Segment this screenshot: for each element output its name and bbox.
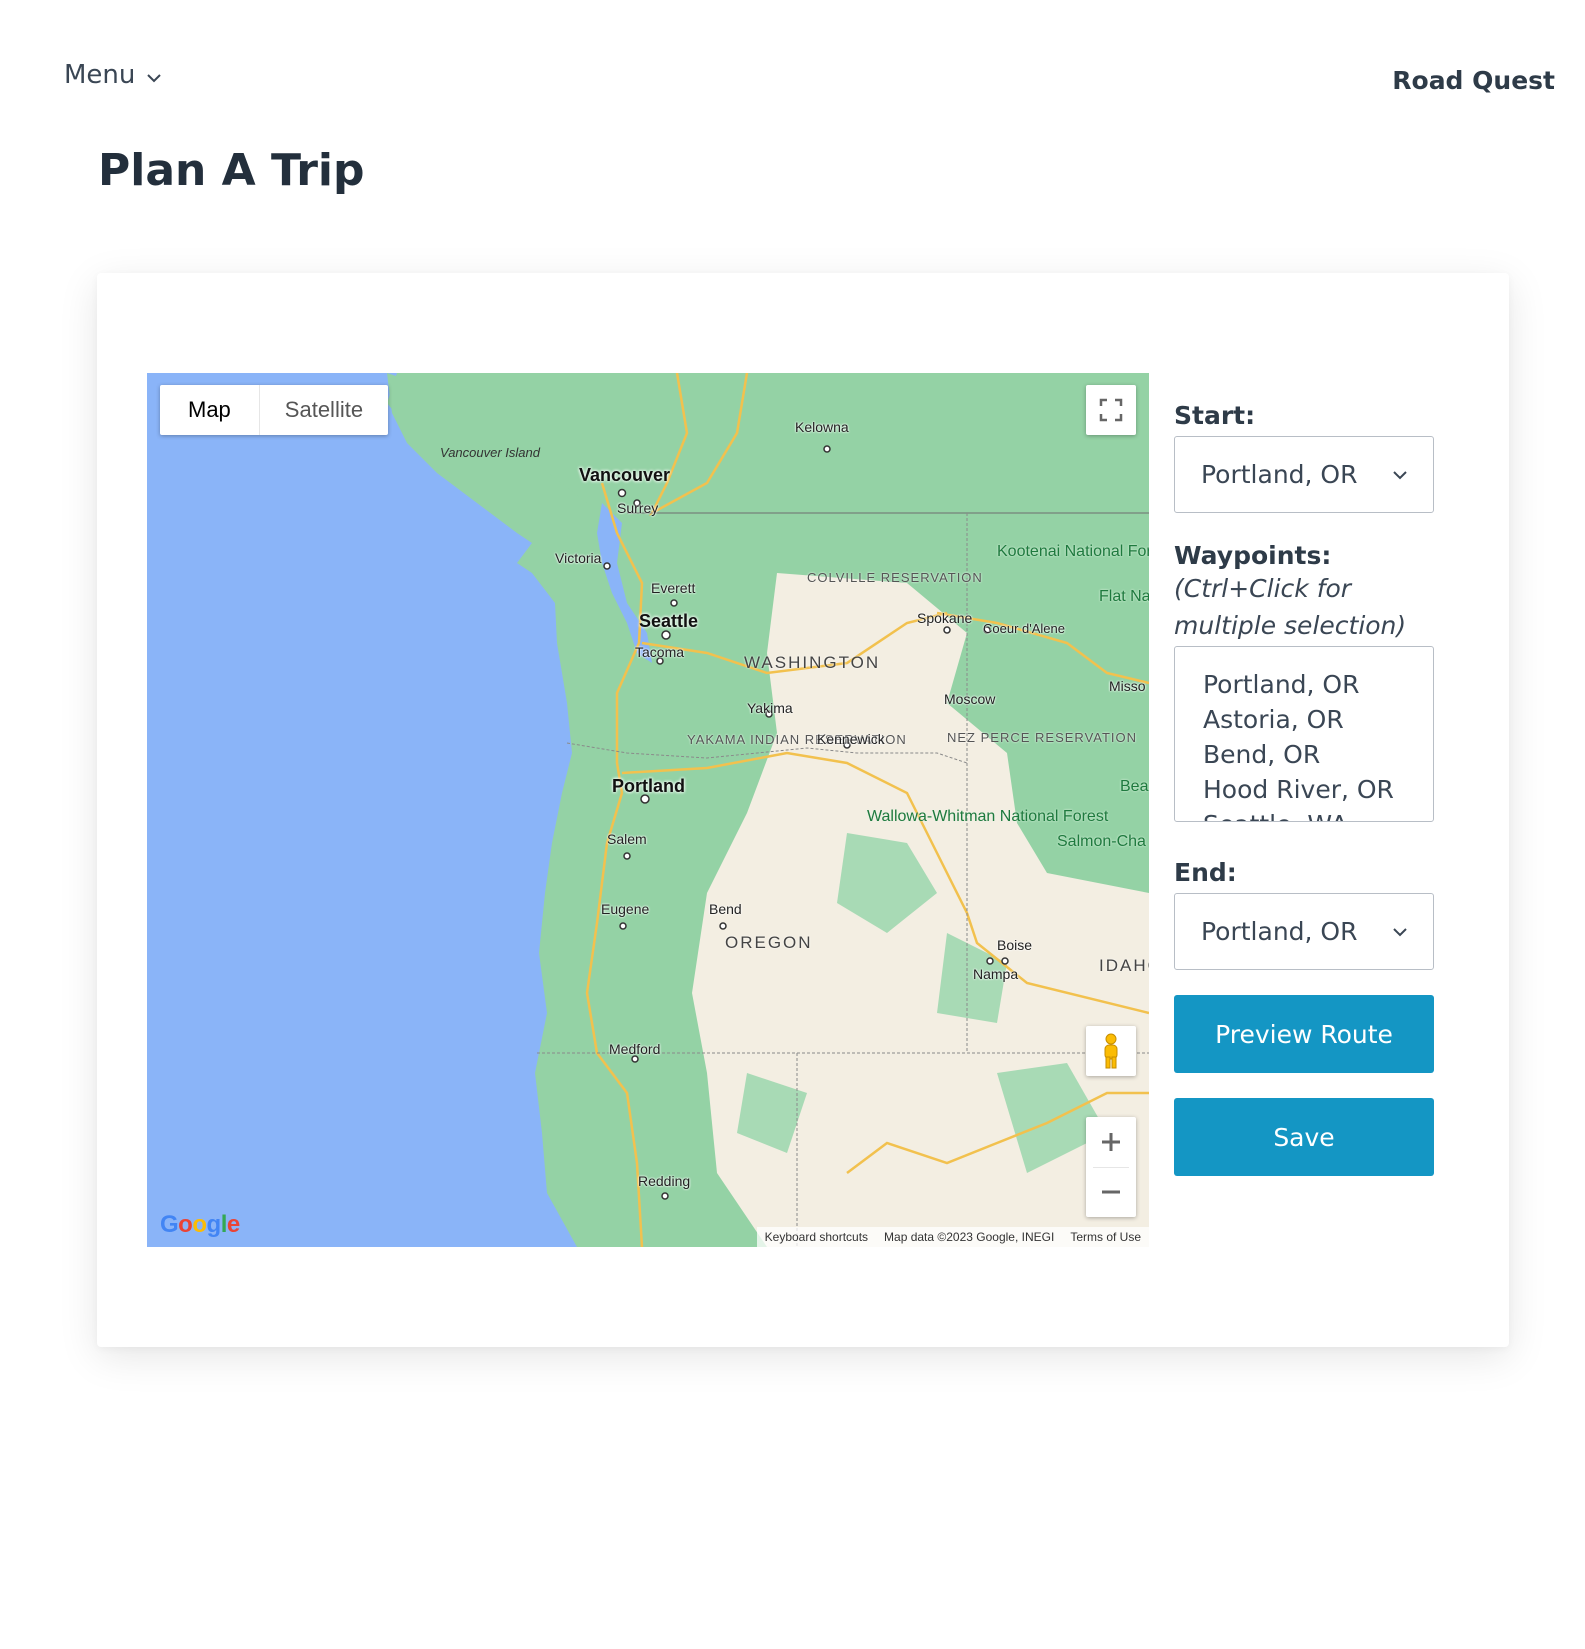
page-title: Plan A Trip (98, 145, 365, 196)
label-colville: COLVILLE RESERVATION (807, 570, 983, 585)
label-victoria: Victoria (555, 550, 602, 566)
label-idaho: IDAHO (1099, 956, 1149, 975)
label-portland: Portland (612, 776, 686, 796)
label-spokane: Spokane (917, 610, 973, 626)
brand-link[interactable]: Road Quest (1392, 66, 1555, 95)
terms-of-use-link[interactable]: Terms of Use (1062, 1230, 1149, 1244)
map-attribution: Keyboard shortcuts Map data ©2023 Google… (756, 1227, 1149, 1247)
start-select-value: Portland, OR (1201, 460, 1358, 489)
menu-label: Menu (64, 60, 136, 90)
end-select-value: Portland, OR (1201, 917, 1358, 946)
chevron-down-icon (1393, 927, 1407, 936)
map-view[interactable]: Vancouver Island Vancouver Surrey Victor… (147, 373, 1149, 1247)
waypoints-multiselect[interactable]: Portland, OR Astoria, OR Bend, OR Hood R… (1174, 646, 1434, 822)
map-type-control: Map Satellite (160, 385, 389, 435)
label-wallowa: Wallowa-Whitman National Forest (867, 808, 1109, 825)
minus-icon (1102, 1190, 1120, 1194)
label-salmon: Salmon-Cha National For (1057, 833, 1149, 850)
start-select[interactable]: Portland, OR (1174, 436, 1434, 513)
label-coeur-dalene: Coeur d'Alene (983, 621, 1065, 636)
plus-icon (1102, 1132, 1120, 1151)
label-oregon: OREGON (725, 933, 813, 952)
label-tacoma: Tacoma (635, 644, 685, 660)
fullscreen-button[interactable] (1086, 385, 1136, 435)
label-medford: Medford (609, 1041, 661, 1057)
map-type-satellite-button[interactable]: Satellite (260, 385, 388, 435)
label-boise: Boise (997, 937, 1033, 953)
fullscreen-icon (1099, 398, 1123, 422)
label-kootenai: Kootenai National Forest (997, 543, 1149, 560)
end-label: End: (1174, 858, 1237, 887)
label-kennewick: Kennewick (817, 731, 885, 747)
label-washington: WASHINGTON (744, 653, 881, 672)
menu-toggle[interactable]: Menu (64, 60, 163, 90)
keyboard-shortcuts-link[interactable]: Keyboard shortcuts (757, 1230, 876, 1244)
label-moscow: Moscow (944, 691, 996, 707)
label-yakama: YAKAMA INDIAN RESERVATION (687, 732, 907, 747)
label-surrey: Surrey (617, 500, 659, 516)
label-bea: Bea (1120, 778, 1149, 795)
label-bend: Bend (709, 901, 742, 917)
street-view-pegman[interactable] (1086, 1026, 1136, 1076)
pegman-icon (1104, 1033, 1118, 1069)
preview-route-button[interactable]: Preview Route (1174, 995, 1434, 1073)
label-nez-perce: NEZ PERCE RESERVATION (947, 730, 1138, 745)
trip-planner-card: Vancouver Island Vancouver Surrey Victor… (97, 273, 1509, 1347)
chevron-down-icon (147, 74, 162, 83)
waypoint-option[interactable]: Hood River, OR (1203, 772, 1433, 807)
waypoint-option[interactable]: Seattle, WA (1203, 807, 1433, 821)
label-kelowna: Kelowna (795, 419, 849, 435)
label-salem: Salem (607, 831, 647, 847)
waypoint-option[interactable]: Bend, OR (1203, 737, 1433, 772)
label-seattle: Seattle (639, 611, 699, 631)
trip-form: Start: Portland, OR Waypoints: (Ctrl+Cli… (1174, 401, 1434, 1176)
start-label: Start: (1174, 401, 1256, 430)
zoom-in-button[interactable] (1086, 1117, 1136, 1167)
label-vancouver: Vancouver (579, 465, 671, 485)
zoom-out-button[interactable] (1086, 1167, 1136, 1217)
waypoints-hint: (Ctrl+Click for multiple selection) (1174, 574, 1407, 640)
map-type-map-button[interactable]: Map (160, 385, 260, 435)
label-flathead: Flat Nationa (1099, 588, 1149, 605)
label-redding: Redding (638, 1173, 691, 1189)
zoom-control (1086, 1117, 1136, 1217)
map-data-text: Map data ©2023 Google, INEGI (884, 1230, 1055, 1244)
waypoints-label: Waypoints: (1174, 541, 1332, 570)
label-eugene: Eugene (601, 901, 650, 917)
waypoint-option[interactable]: Astoria, OR (1203, 702, 1433, 737)
end-select[interactable]: Portland, OR (1174, 893, 1434, 970)
label-yakima: Yakima (747, 700, 793, 716)
label-everett: Everett (651, 580, 696, 596)
save-button[interactable]: Save (1174, 1098, 1434, 1176)
google-logo: Google (160, 1211, 240, 1238)
label-nampa: Nampa (973, 966, 1019, 982)
label-missoula: Misso (1109, 678, 1146, 694)
label-vancouver-island: Vancouver Island (440, 445, 540, 460)
chevron-down-icon (1393, 470, 1407, 479)
waypoint-option[interactable]: Portland, OR (1203, 667, 1433, 702)
